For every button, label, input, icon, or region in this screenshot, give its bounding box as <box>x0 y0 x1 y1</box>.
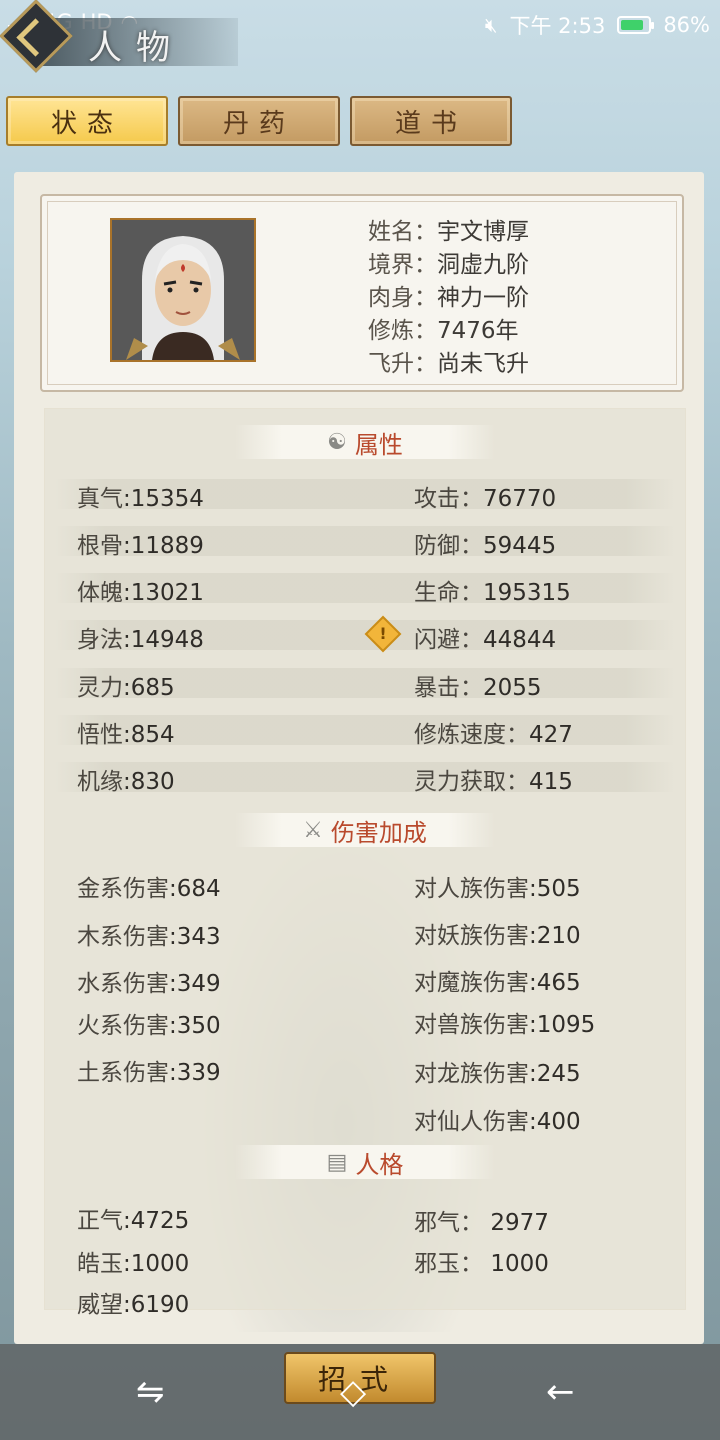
switch-app-icon[interactable]: ⇋ <box>136 1372 165 1412</box>
dmg-beast: 对兽族伤害:1095 <box>414 1012 596 1038</box>
stat-gengu: 根骨:11889 <box>77 533 204 559</box>
pers-zhengqi: 正气:4725 <box>77 1208 190 1234</box>
stat-zhenqi: 真气:15354 <box>77 486 204 512</box>
stat-defense: 防御：59445 <box>414 533 557 559</box>
yin-yang-icon: ☯ <box>327 429 347 455</box>
profile-name: 姓名：宇文博厚 <box>368 219 529 245</box>
tab-bar: 状态 丹药 道书 <box>6 96 512 146</box>
stat-hp: 生命：195315 <box>414 580 571 606</box>
status-right: 🔇︎ 下午 2:53 86% <box>485 10 710 40</box>
attributes-header: ☯ 属性 <box>235 425 495 459</box>
battery-icon <box>617 16 655 34</box>
pers-weiwang: 威望:6190 <box>77 1292 190 1318</box>
stat-dodge: 闪避：44844 <box>414 627 557 653</box>
stat-attack: 攻击：76770 <box>414 486 557 512</box>
battery-percent: 86% <box>663 13 710 37</box>
status-panel: 姓名：宇文博厚 境界：洞虚九阶 肉身：神力一阶 修炼：7476年 飞升：尚未飞升… <box>14 172 704 1344</box>
stat-shenfa: 身法:14948 <box>77 627 204 653</box>
stat-spirit-gain: 灵力获取：415 <box>414 769 573 795</box>
profile-card: 姓名：宇文博厚 境界：洞虚九阶 肉身：神力一阶 修炼：7476年 飞升：尚未飞升 <box>40 194 684 392</box>
clock: 下午 2:53 <box>509 14 606 38</box>
mute-icon: 🔇︎ <box>484 13 498 37</box>
home-chevron-icon[interactable]: ◇ <box>340 1372 366 1412</box>
stats-box: ☯ 属性 真气:15354 根骨:11889 体魄:13021 身法:14948… <box>44 408 686 1318</box>
dmg-fire: 火系伤害:350 <box>77 1013 221 1039</box>
dmg-devil: 对魔族伤害:465 <box>414 970 581 996</box>
character-portrait <box>110 218 256 362</box>
stat-cultivation-speed: 修炼速度：427 <box>414 722 573 748</box>
dmg-immortal: 对仙人伤害:400 <box>414 1109 581 1135</box>
title-area: 人物 <box>0 0 240 73</box>
profile-ascend: 飞升：尚未飞升 <box>368 351 529 377</box>
stat-lingli: 灵力:685 <box>77 675 175 701</box>
dmg-water: 水系伤害:349 <box>77 971 221 997</box>
dmg-wood: 木系伤害:343 <box>77 924 221 950</box>
dmg-dragon: 对龙族伤害:245 <box>414 1061 581 1087</box>
profile-body: 肉身：神力一阶 <box>368 285 529 311</box>
personality-header: ▤ 人格 <box>235 1145 495 1179</box>
tab-books[interactable]: 道书 <box>350 96 512 146</box>
profile-info: 姓名：宇文博厚 境界：洞虚九阶 肉身：神力一阶 修炼：7476年 飞升：尚未飞升 <box>368 216 529 381</box>
tab-status[interactable]: 状态 <box>6 96 168 146</box>
pers-xieqi: 邪气： 2977 <box>414 1210 549 1236</box>
profile-realm: 境界：洞虚九阶 <box>368 252 529 278</box>
stat-wuxing: 悟性:854 <box>77 722 175 748</box>
stat-tipo: 体魄:13021 <box>77 580 204 606</box>
back-icon[interactable]: ← <box>546 1372 575 1412</box>
pers-xieyu: 邪玉： 1000 <box>414 1251 549 1277</box>
profile-cultivation: 修炼：7476年 <box>368 318 519 344</box>
pers-haoyu: 皓玉:1000 <box>77 1251 190 1277</box>
stat-jiyuan: 机缘:830 <box>77 769 175 795</box>
damage-header: ⚔ 伤害加成 <box>235 813 495 847</box>
dmg-demon: 对妖族伤害:210 <box>414 923 581 949</box>
page-title: 人物 <box>88 28 184 68</box>
dmg-earth: 土系伤害:339 <box>77 1060 221 1086</box>
dmg-human: 对人族伤害:505 <box>414 876 581 902</box>
tab-pills[interactable]: 丹药 <box>178 96 340 146</box>
stat-crit: 暴击：2055 <box>414 675 542 701</box>
crossed-swords-icon: ⚔ <box>303 817 323 843</box>
scroll-icon: ▤ <box>326 1149 348 1175</box>
dmg-metal: 金系伤害:684 <box>77 876 221 902</box>
